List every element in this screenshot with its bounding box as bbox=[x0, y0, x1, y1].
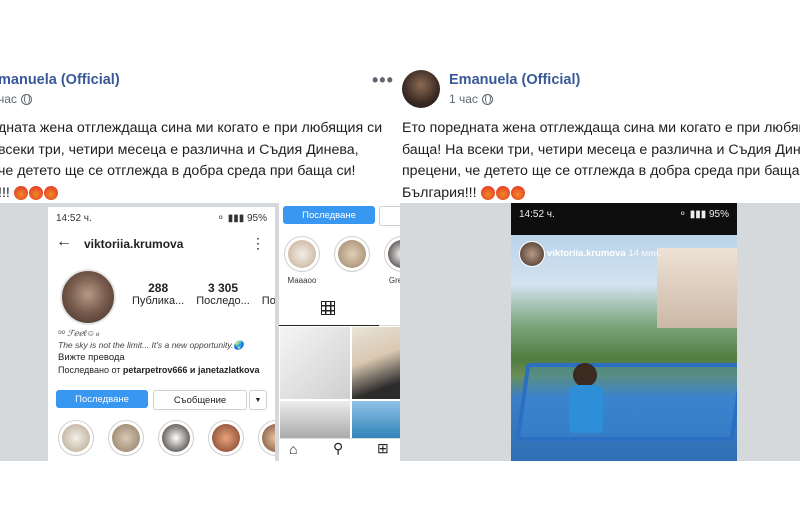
stat-posts[interactable]: 288 Публика... bbox=[132, 281, 184, 307]
post-line: Ето поредната жена отглеждаща сина ми ко… bbox=[402, 120, 800, 136]
timestamp-text: 1 час bbox=[449, 92, 478, 106]
more-options-icon[interactable]: ••• bbox=[372, 70, 394, 91]
profile-screenshot: 14:52 ч. ⚬ ▮▮▮ 95% ← viktoriia.krumova ⋮… bbox=[48, 207, 275, 461]
see-translation-link[interactable]: Вижте превода bbox=[58, 352, 125, 363]
story-header: viktoriia.krumova 14 мин. bbox=[547, 248, 662, 259]
stat-following[interactable]: 981Последв... bbox=[262, 281, 275, 307]
angry-emoji-icon bbox=[13, 185, 58, 200]
angry-emoji-icon bbox=[480, 185, 525, 200]
post-timestamp[interactable]: час bbox=[0, 92, 32, 106]
globe-icon bbox=[20, 93, 32, 105]
post-text: Ето поредната жена отглеждаща сина ми ко… bbox=[402, 118, 800, 204]
battery-status: ⚬ ▮▮▮ 95% bbox=[216, 212, 267, 224]
status-bar: 14:52 ч. ⚬ ▮▮▮ 95% bbox=[511, 203, 737, 225]
post-video[interactable]: 14:52 ч. ⚬ ▮▮▮ 95% viktoriia.krumova 14 … bbox=[400, 203, 800, 461]
post-left: manuela (Official) час дната жена отглеж… bbox=[0, 0, 400, 532]
grid-screenshot: Последване Съобщение ▼ Maaaoo Greece ⌂ ⚲ bbox=[279, 203, 400, 461]
post-thumbnail[interactable] bbox=[280, 401, 350, 439]
post-thumbnail[interactable] bbox=[352, 327, 400, 399]
search-icon[interactable]: ⚲ bbox=[333, 440, 343, 457]
menu-dots-icon[interactable]: ⋮ bbox=[251, 235, 265, 252]
post-line: !!! bbox=[0, 184, 10, 201]
post-text: дната жена отглеждаща сина ми когато е п… bbox=[0, 118, 382, 204]
globe-icon bbox=[481, 93, 493, 105]
post-line: че детето ще се отглежда в добра среда п… bbox=[0, 163, 356, 179]
building bbox=[657, 248, 737, 328]
status-bar: 14:52 ч. ⚬ ▮▮▮ 95% bbox=[48, 207, 275, 229]
dropdown-icon[interactable]: ▼ bbox=[249, 390, 267, 410]
active-tab-indicator bbox=[279, 324, 379, 326]
battery-status: ⚬ ▮▮▮ 95% bbox=[678, 208, 729, 220]
add-post-icon[interactable]: ⊞ bbox=[377, 440, 389, 457]
highlight-caption: Greece bbox=[388, 276, 400, 285]
bio-line: The sky is not the limit... It's a new o… bbox=[58, 340, 244, 350]
highlight[interactable] bbox=[158, 420, 194, 456]
back-arrow-icon[interactable]: ← bbox=[56, 233, 72, 251]
highlight-caption: Maaaoo bbox=[287, 276, 317, 285]
post-line: баща! На всеки три, четири месеца е разл… bbox=[402, 141, 800, 158]
author-avatar[interactable] bbox=[402, 70, 440, 108]
bio-line: ᵒᵒ ℱℯℯℓ☺ℴ bbox=[58, 328, 100, 338]
post-thumbnail[interactable] bbox=[352, 401, 400, 439]
stat-followers[interactable]: 3 305 Последо... bbox=[196, 281, 250, 307]
follow-button[interactable]: Последване bbox=[56, 390, 148, 408]
post-timestamp[interactable]: 1 час bbox=[449, 92, 493, 106]
timestamp-text: час bbox=[0, 92, 17, 106]
follow-button[interactable]: Последване bbox=[283, 206, 375, 224]
highlight[interactable] bbox=[108, 420, 144, 456]
pool-wall bbox=[515, 363, 737, 441]
profile-username: viktoriia.krumova bbox=[84, 237, 184, 251]
profile-avatar[interactable] bbox=[60, 269, 116, 325]
grid-icon[interactable] bbox=[321, 301, 335, 315]
post-thumbnail[interactable] bbox=[280, 327, 350, 399]
child-body bbox=[569, 385, 603, 433]
followed-by[interactable]: Последвано от petarpetrov666 и janetazla… bbox=[58, 365, 259, 375]
highlight[interactable] bbox=[284, 236, 320, 272]
post-line: България!!! bbox=[402, 184, 477, 201]
post-author-link[interactable]: Emanuela (Official) bbox=[449, 72, 580, 88]
bottom-nav: ⌂ ⚲ ⊞ ♡ bbox=[279, 438, 400, 461]
child-head bbox=[573, 363, 597, 387]
story-screenshot: 14:52 ч. ⚬ ▮▮▮ 95% viktoriia.krumova 14 … bbox=[511, 203, 737, 461]
highlight[interactable] bbox=[334, 236, 370, 272]
profile-tabs bbox=[279, 295, 400, 326]
status-time: 14:52 ч. bbox=[519, 208, 555, 220]
highlight[interactable] bbox=[258, 420, 275, 456]
home-icon[interactable]: ⌂ bbox=[289, 441, 297, 457]
highlight[interactable] bbox=[208, 420, 244, 456]
message-button[interactable]: Съобщение bbox=[379, 206, 400, 226]
post-line: дната жена отглеждаща сина ми когато е п… bbox=[0, 120, 383, 136]
post-line: прецени, че детето ще се отглежда в добр… bbox=[402, 163, 800, 179]
post-image-collage[interactable]: 14:52 ч. ⚬ ▮▮▮ 95% ← viktoriia.krumova ⋮… bbox=[0, 203, 400, 461]
status-time: 14:52 ч. bbox=[56, 212, 92, 224]
profile-stats: 288Публика... 3 305Последо... 981Последв… bbox=[132, 281, 275, 307]
post-author-link[interactable]: manuela (Official) bbox=[0, 72, 120, 88]
message-button[interactable]: Съобщение bbox=[153, 390, 247, 410]
post-right: Emanuela (Official) 1 час Ето поредната … bbox=[400, 0, 800, 532]
story-avatar[interactable] bbox=[519, 241, 545, 267]
highlight[interactable] bbox=[58, 420, 94, 456]
post-line: всеки три, четири месеца е различна и Съ… bbox=[0, 141, 359, 158]
highlight[interactable] bbox=[384, 236, 400, 272]
